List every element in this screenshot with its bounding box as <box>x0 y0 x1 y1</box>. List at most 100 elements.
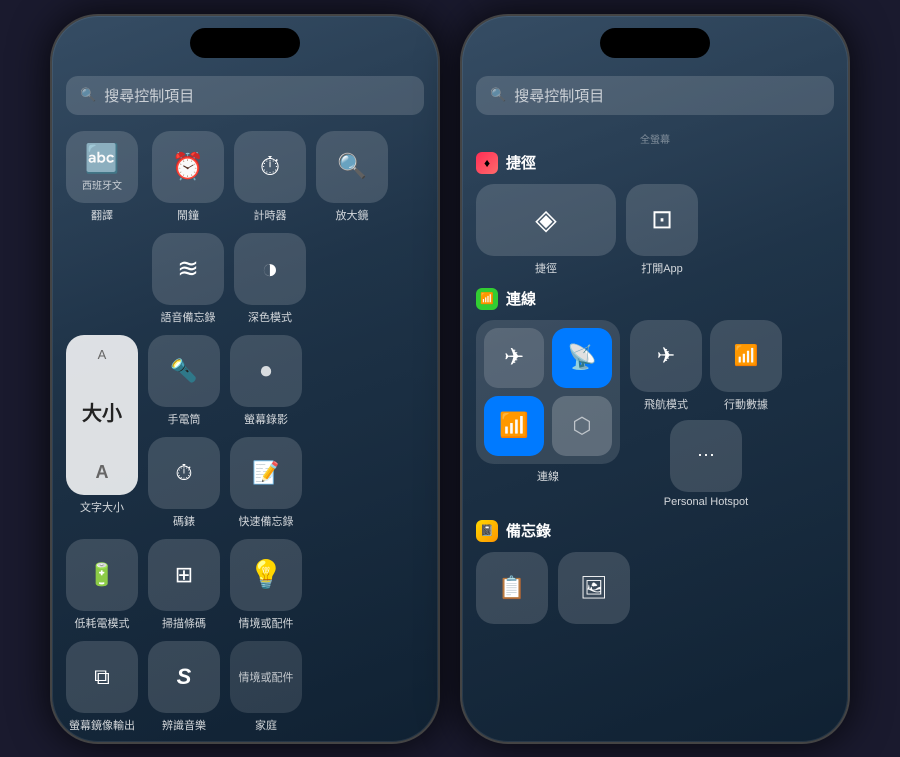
personal-hotspot-button[interactable]: ⋯ <box>670 420 742 492</box>
shortcuts-header: ♦ 捷徑 <box>476 152 834 174</box>
notes-section-icon: 📓 <box>476 520 498 542</box>
wifi-button[interactable]: 📶 <box>484 396 544 456</box>
note-add-item: 📋 <box>476 552 548 624</box>
shazam-button[interactable]: S <box>148 641 220 713</box>
hotspot-button[interactable]: 📡 <box>552 328 612 388</box>
voice-memo-button[interactable]: ≋ <box>152 233 224 305</box>
low-power-label: 低耗電模式 <box>75 615 130 631</box>
stopwatch-button[interactable]: ⏱ <box>148 437 220 509</box>
airplane-button[interactable]: ✈ <box>484 328 544 388</box>
scan-qr-label: 掃描條碼 <box>162 615 206 631</box>
shortcuts-item: ◈ 捷徑 <box>476 184 616 276</box>
dark-mode-label: 深色模式 <box>248 309 292 325</box>
shortcuts-title: 捷徑 <box>506 152 536 173</box>
personal-hotspot-label: Personal Hotspot <box>664 496 748 508</box>
quick-note-label: 快速備忘錄 <box>239 513 294 529</box>
translate-sublabel: 西班牙文 <box>82 177 122 192</box>
search-placeholder-left: 搜尋控制項目 <box>104 85 194 106</box>
voice-memo-label: 語音備忘錄 <box>161 309 216 325</box>
shazam-label: 辨識音樂 <box>162 717 206 733</box>
home-label2: 家庭 <box>255 717 277 733</box>
bluetooth-button[interactable]: ⬡ <box>552 396 612 456</box>
text-size-button[interactable]: A 大小 A <box>66 335 138 495</box>
connection-grid-box: ✈ 📡 📶 ⬡ <box>476 320 620 464</box>
scan-qr-button[interactable]: ⊞ <box>148 539 220 611</box>
flashlight-item: 🔦 手電筒 <box>148 335 220 427</box>
stopwatch-item: ⏱ 碼錶 <box>148 437 220 529</box>
notes-items: 📋 🖼 <box>476 552 834 624</box>
cellular-label: 行動數據 <box>724 396 768 412</box>
open-app-label: 打開App <box>641 260 683 276</box>
connection-title: 連線 <box>506 288 536 309</box>
stopwatch-label: 碼錶 <box>173 513 195 529</box>
shazam-item: S 辨識音樂 <box>148 641 220 733</box>
notes-section: 📓 備忘錄 📋 🖼 <box>476 520 834 624</box>
timer-label: 計時器 <box>254 207 287 223</box>
text-size-item: A 大小 A 文字大小 <box>66 335 138 515</box>
voice-memo-item: ≋ 語音備忘錄 <box>152 233 224 325</box>
open-app-item: ⊡ 打開App <box>626 184 698 276</box>
screen-record-label: 螢幕錄影 <box>244 411 288 427</box>
dark-mode-button[interactable]: ◑ <box>234 233 306 305</box>
scan-qr-item: ⊞ 掃描條碼 <box>148 539 220 631</box>
personal-hotspot-item: ⋯ Personal Hotspot <box>630 420 782 508</box>
shortcuts-items: ◈ 捷徑 ⊡ 打開App <box>476 184 834 276</box>
search-bar-left[interactable]: 🔍 搜尋控制項目 <box>66 76 424 115</box>
screen-mirror-button[interactable]: ⧉ <box>66 641 138 713</box>
connection-section: 📶 連線 ✈ 📡 📶 ⬡ <box>476 288 834 508</box>
magnifier-item: 🔍 放大鏡 <box>316 131 388 223</box>
cellular-item: 📶 行動數據 <box>710 320 782 412</box>
notch-right <box>600 28 710 58</box>
low-power-button[interactable]: 🔋 <box>66 539 138 611</box>
shortcuts-label: 捷徑 <box>535 260 557 276</box>
notes-header: 📓 備忘錄 <box>476 520 834 542</box>
quick-note-button[interactable]: 📝 <box>230 437 302 509</box>
low-power-item: 🔋 低耗電模式 <box>66 539 138 631</box>
search-icon-right: 🔍 <box>490 87 506 103</box>
connection-header: 📶 連線 <box>476 288 834 310</box>
connection-label: 連線 <box>476 468 620 484</box>
screen-mirror-label: 螢幕鏡像輸出 <box>69 717 135 733</box>
note-add-button[interactable]: 📋 <box>476 552 548 624</box>
screen-mirror-item: ⧉ 螢幕鏡像輸出 <box>66 641 138 733</box>
alarm-button[interactable]: ⏰ <box>152 131 224 203</box>
airplane-mode-label: 飛航模式 <box>644 396 688 412</box>
home-button[interactable]: 💡 <box>230 539 302 611</box>
notes-title: 備忘錄 <box>506 520 551 541</box>
notch-left <box>190 28 300 58</box>
dark-mode-item: ◑ 深色模式 <box>234 233 306 325</box>
scroll-hint: 全螢幕 <box>476 131 834 146</box>
text-size-label: 文字大小 <box>80 499 124 515</box>
timer-button[interactable]: ⏱ <box>234 131 306 203</box>
translate-button[interactable]: 🔤 西班牙文 <box>66 131 138 203</box>
home-scene-button[interactable]: 情境或配件 <box>230 641 302 713</box>
home-label: 情境或配件 <box>239 615 294 631</box>
flashlight-label: 手電筒 <box>168 411 201 427</box>
search-placeholder-right: 搜尋控制項目 <box>514 85 604 106</box>
alarm-item: ⏰ 鬧鐘 <box>152 131 224 223</box>
connection-right: ✈ 飛航模式 📶 行動數據 ⋯ Personal Hotspot <box>630 320 782 508</box>
connection-section-icon: 📶 <box>476 288 498 310</box>
cellular-button[interactable]: 📶 <box>710 320 782 392</box>
flashlight-button[interactable]: 🔦 <box>148 335 220 407</box>
quick-note-item: 📝 快速備忘錄 <box>230 437 302 529</box>
home-scene-label: 情境或配件 <box>235 665 298 689</box>
shortcuts-button[interactable]: ◈ <box>476 184 616 256</box>
alarm-label: 鬧鐘 <box>177 207 199 223</box>
shortcuts-section: ♦ 捷徑 ◈ 捷徑 ⊡ 打開App <box>476 152 834 276</box>
airplane-mode-button[interactable]: ✈ <box>630 320 702 392</box>
screen-record-button[interactable]: ⏺ <box>230 335 302 407</box>
home-item: 💡 情境或配件 <box>230 539 302 631</box>
shortcuts-section-icon: ♦ <box>476 152 498 174</box>
right-phone: 🔍 搜尋控制項目 全螢幕 ♦ 捷徑 ◈ 捷徑 ⊡ 打開App <box>460 14 850 744</box>
airplane-mode-item: ✈ 飛航模式 <box>630 320 702 412</box>
timer-item: ⏱ 計時器 <box>234 131 306 223</box>
home-scene-item: 情境或配件 家庭 <box>230 641 302 733</box>
search-bar-right[interactable]: 🔍 搜尋控制項目 <box>476 76 834 115</box>
note-media-button[interactable]: 🖼 <box>558 552 630 624</box>
magnifier-button[interactable]: 🔍 <box>316 131 388 203</box>
open-app-button[interactable]: ⊡ <box>626 184 698 256</box>
screen-record-item: ⏺ 螢幕錄影 <box>230 335 302 427</box>
left-phone: 🔍 搜尋控制項目 🔤 西班牙文 翻譯 ⏰ 鬧鐘 <box>50 14 440 744</box>
translate-label: 翻譯 <box>91 207 113 223</box>
